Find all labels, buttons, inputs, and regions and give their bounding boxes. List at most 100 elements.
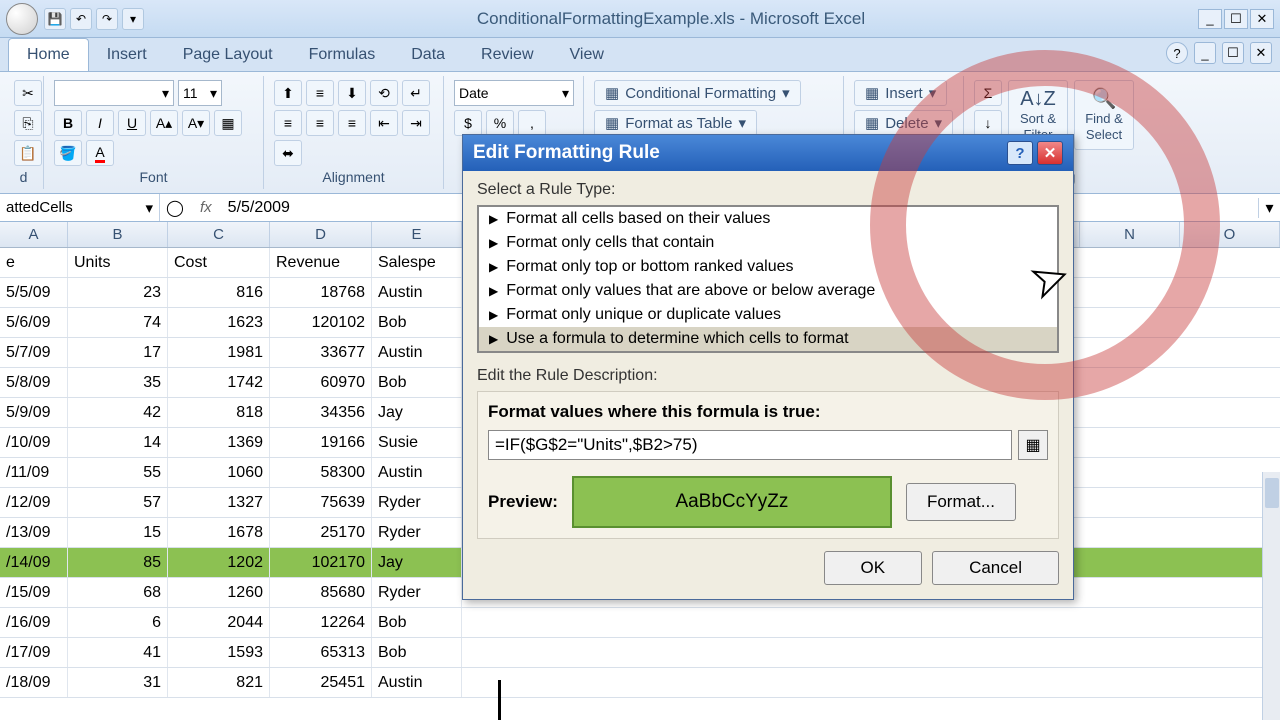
rule-type-item[interactable]: ▶Format only top or bottom ranked values bbox=[479, 255, 1057, 279]
preview-label: Preview: bbox=[488, 492, 558, 512]
formula-label: Format values where this formula is true… bbox=[488, 402, 1048, 422]
rule-type-item[interactable]: ▶Format only values that are above or be… bbox=[479, 279, 1057, 303]
rule-description-panel: Format values where this formula is true… bbox=[477, 391, 1059, 539]
table-row[interactable]: /17/0941159365313Bob bbox=[0, 638, 1280, 668]
fill-icon[interactable]: ↓ bbox=[974, 110, 1002, 136]
qat-customize-icon[interactable]: ▾ bbox=[122, 8, 144, 30]
fill-color-icon[interactable]: 🪣 bbox=[54, 140, 82, 166]
rule-desc-label: Edit the Rule Description: bbox=[477, 367, 1059, 385]
align-center-icon[interactable]: ≡ bbox=[306, 110, 334, 136]
name-box[interactable]: attedCells▾ bbox=[0, 194, 160, 221]
caret-line bbox=[498, 680, 501, 720]
vertical-scrollbar[interactable] bbox=[1262, 472, 1280, 720]
col-header-c[interactable]: C bbox=[168, 222, 270, 247]
tab-data[interactable]: Data bbox=[393, 39, 463, 71]
paste-icon[interactable]: 📋 bbox=[14, 140, 42, 166]
table-row[interactable]: /18/093182125451Austin bbox=[0, 668, 1280, 698]
office-button[interactable] bbox=[6, 3, 38, 35]
cut-icon[interactable]: ✂ bbox=[14, 80, 42, 106]
undo-icon[interactable]: ↶ bbox=[70, 8, 92, 30]
title-bar: 💾 ↶ ↷ ▾ ConditionalFormattingExample.xls… bbox=[0, 0, 1280, 38]
align-right-icon[interactable]: ≡ bbox=[338, 110, 366, 136]
tab-home[interactable]: Home bbox=[8, 38, 89, 71]
alignment-group-label: Alignment bbox=[274, 167, 433, 185]
rule-type-list[interactable]: ▶Format all cells based on their values … bbox=[477, 205, 1059, 353]
col-header-a[interactable]: A bbox=[0, 222, 68, 247]
preview-sample: AaBbCcYyZz bbox=[572, 476, 892, 528]
redo-icon[interactable]: ↷ bbox=[96, 8, 118, 30]
shrink-font-icon[interactable]: A▾ bbox=[182, 110, 210, 136]
tab-formulas[interactable]: Formulas bbox=[291, 39, 394, 71]
bold-button[interactable]: B bbox=[54, 110, 82, 136]
dialog-title-bar[interactable]: Edit Formatting Rule ? ✕ bbox=[463, 135, 1073, 171]
ribbon-minimize-icon[interactable]: _ bbox=[1194, 42, 1216, 64]
insert-cells-button[interactable]: ▦ Insert ▾ bbox=[854, 80, 947, 106]
app-title: ConditionalFormattingExample.xls - Micro… bbox=[144, 9, 1198, 29]
rule-type-label: Select a Rule Type: bbox=[477, 181, 1059, 199]
format-as-table-button[interactable]: ▦Format as Table▾ bbox=[594, 110, 757, 136]
conditional-formatting-button[interactable]: ▦Conditional Formatting▾ bbox=[594, 80, 801, 106]
wrap-text-icon[interactable]: ↵ bbox=[402, 80, 430, 106]
table-row[interactable]: /16/096204412264Bob bbox=[0, 608, 1280, 638]
dialog-help-button[interactable]: ? bbox=[1007, 141, 1033, 165]
cancel-button[interactable]: Cancel bbox=[932, 551, 1059, 585]
italic-button[interactable]: I bbox=[86, 110, 114, 136]
grow-font-icon[interactable]: A▴ bbox=[150, 110, 178, 136]
cancel-fx-icon[interactable]: ◯ bbox=[160, 198, 190, 218]
rule-type-item[interactable]: ▶Format all cells based on their values bbox=[479, 207, 1057, 231]
maximize-button[interactable]: ☐ bbox=[1224, 9, 1248, 29]
clipboard-group-label: d bbox=[14, 167, 33, 185]
range-selector-icon[interactable]: ▦ bbox=[1018, 430, 1048, 460]
copy-icon[interactable]: ⎘ bbox=[14, 110, 42, 136]
col-header-o[interactable]: O bbox=[1180, 222, 1280, 247]
dialog-title: Edit Formatting Rule bbox=[473, 142, 660, 164]
border-icon[interactable]: ▦ bbox=[214, 110, 242, 136]
close-button[interactable]: ✕ bbox=[1250, 9, 1274, 29]
tab-view[interactable]: View bbox=[552, 39, 622, 71]
save-icon[interactable]: 💾 bbox=[44, 8, 66, 30]
rule-type-item[interactable]: ▶Format only cells that contain bbox=[479, 231, 1057, 255]
col-header-b[interactable]: B bbox=[68, 222, 168, 247]
comma-icon[interactable]: , bbox=[518, 110, 546, 136]
help-icon[interactable]: ? bbox=[1166, 42, 1188, 64]
merge-icon[interactable]: ⬌ bbox=[274, 140, 302, 166]
currency-icon[interactable]: $ bbox=[454, 110, 482, 136]
find-select-button[interactable]: 🔍Find & Select bbox=[1074, 80, 1134, 150]
autosum-icon[interactable]: Σ bbox=[974, 80, 1002, 106]
increase-indent-icon[interactable]: ⇥ bbox=[402, 110, 430, 136]
orientation-icon[interactable]: ⟲ bbox=[370, 80, 398, 106]
formula-input-field[interactable] bbox=[488, 430, 1012, 460]
col-header-d[interactable]: D bbox=[270, 222, 372, 247]
align-top-icon[interactable]: ⬆ bbox=[274, 80, 302, 106]
tab-page-layout[interactable]: Page Layout bbox=[165, 39, 291, 71]
align-bottom-icon[interactable]: ⬇ bbox=[338, 80, 366, 106]
col-header-e[interactable]: E bbox=[372, 222, 462, 247]
ribbon-tabs: Home Insert Page Layout Formulas Data Re… bbox=[0, 38, 1280, 72]
font-group-label: Font bbox=[54, 167, 253, 185]
tab-review[interactable]: Review bbox=[463, 39, 551, 71]
fx-icon[interactable]: fx bbox=[190, 199, 222, 216]
format-button[interactable]: Format... bbox=[906, 483, 1016, 521]
expand-formula-bar-icon[interactable]: ▾ bbox=[1258, 198, 1280, 218]
col-header-n[interactable]: N bbox=[1080, 222, 1180, 247]
decrease-indent-icon[interactable]: ⇤ bbox=[370, 110, 398, 136]
edit-formatting-rule-dialog: Edit Formatting Rule ? ✕ Select a Rule T… bbox=[462, 134, 1074, 600]
rule-type-item[interactable]: ▶Use a formula to determine which cells … bbox=[479, 327, 1057, 351]
quick-access-toolbar: 💾 ↶ ↷ ▾ bbox=[44, 8, 144, 30]
font-color-icon[interactable]: A bbox=[86, 140, 114, 166]
font-name-select[interactable]: ▾ bbox=[54, 80, 174, 106]
ok-button[interactable]: OK bbox=[824, 551, 923, 585]
ribbon-restore-icon[interactable]: ☐ bbox=[1222, 42, 1244, 64]
delete-cells-button[interactable]: ▦ Delete ▾ bbox=[854, 110, 953, 136]
font-size-select[interactable]: 11▾ bbox=[178, 80, 222, 106]
rule-type-item[interactable]: ▶Format only unique or duplicate values bbox=[479, 303, 1057, 327]
align-left-icon[interactable]: ≡ bbox=[274, 110, 302, 136]
align-middle-icon[interactable]: ≡ bbox=[306, 80, 334, 106]
percent-icon[interactable]: % bbox=[486, 110, 514, 136]
minimize-button[interactable]: _ bbox=[1198, 9, 1222, 29]
number-format-select[interactable]: Date▾ bbox=[454, 80, 574, 106]
dialog-close-button[interactable]: ✕ bbox=[1037, 141, 1063, 165]
underline-button[interactable]: U bbox=[118, 110, 146, 136]
ribbon-close-icon[interactable]: ✕ bbox=[1250, 42, 1272, 64]
tab-insert[interactable]: Insert bbox=[89, 39, 165, 71]
